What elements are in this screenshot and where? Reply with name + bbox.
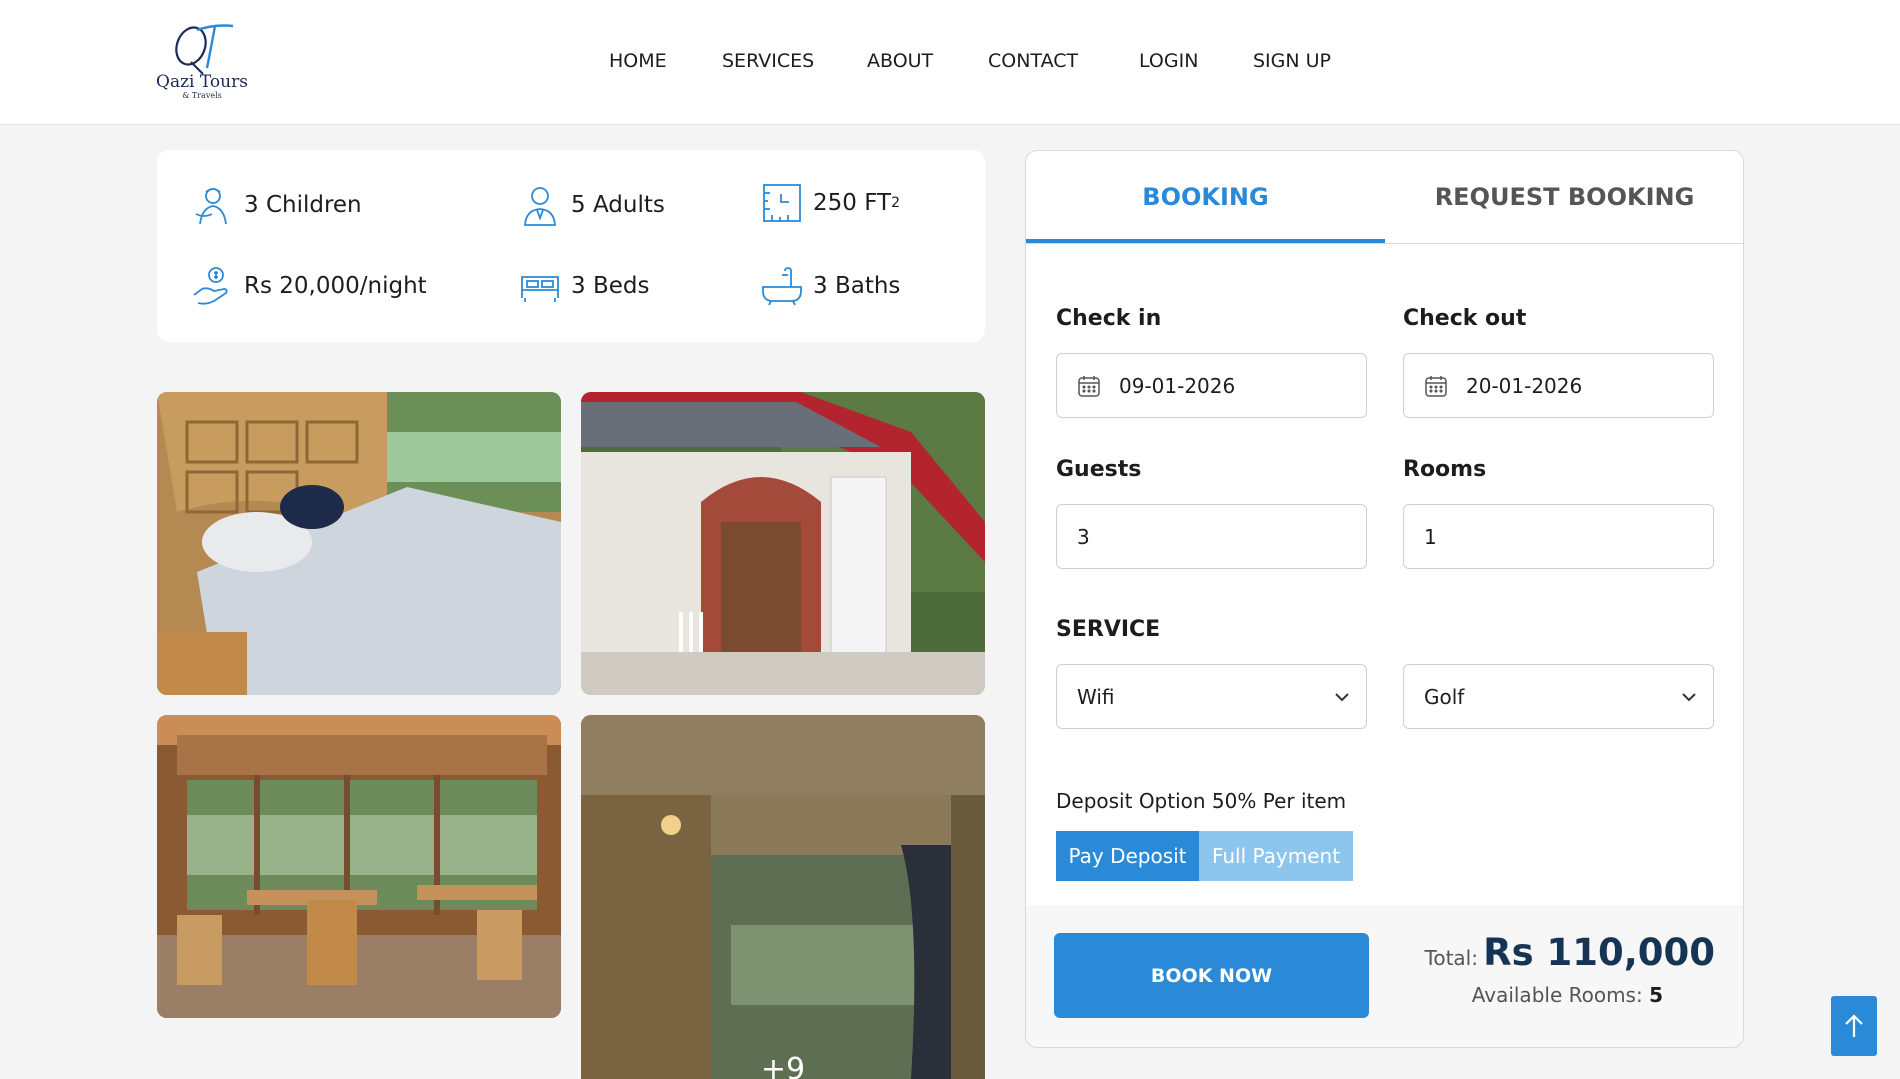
gallery-photo-cottage[interactable] xyxy=(581,392,985,695)
nav-contact[interactable]: CONTACT xyxy=(988,50,1078,72)
service-2-value: Golf xyxy=(1424,684,1465,709)
total-value: Rs 110,000 xyxy=(1483,931,1715,974)
site-header: Qazi Tours & Travels HOME SERVICES ABOUT… xyxy=(0,0,1900,125)
amenity-baths: 3 Baths xyxy=(761,265,900,307)
checkout-value: 20-01-2026 xyxy=(1466,373,1583,398)
gallery-photo-dining[interactable] xyxy=(157,715,561,1018)
amenities-panel: 3 Children 5 Adults 250 FT 2 Rs 20,000/ni… xyxy=(157,150,985,342)
deposit-option-text: Deposit Option 50% Per item xyxy=(1056,789,1347,813)
nav-home[interactable]: HOME xyxy=(609,50,667,72)
available-rooms-label: Available Rooms: xyxy=(1471,983,1643,1007)
nav-login[interactable]: LOGIN xyxy=(1139,50,1198,72)
guests-input[interactable]: 3 xyxy=(1056,504,1367,569)
scroll-top-button[interactable] xyxy=(1831,996,1877,1056)
gallery-photo-more[interactable]: +9 xyxy=(581,715,985,1079)
tab-request-booking[interactable]: REQUEST BOOKING xyxy=(1385,151,1743,244)
brand-subtitle: & Travels xyxy=(182,91,222,100)
gallery-photo-bedroom[interactable] xyxy=(157,392,561,695)
amenity-adults: 5 Adults xyxy=(519,184,665,226)
gallery-more-count: +9 xyxy=(760,1052,806,1079)
bath-icon xyxy=(762,267,802,306)
guests-label: Guests xyxy=(1056,457,1142,482)
total-label: Total: xyxy=(1424,946,1478,970)
area-icon xyxy=(763,184,801,222)
checkout-field[interactable]: 20-01-2026 xyxy=(1403,353,1714,418)
bed-icon xyxy=(521,276,559,302)
area-superscript: 2 xyxy=(891,195,901,211)
full-payment-button[interactable]: Full Payment xyxy=(1199,831,1353,881)
book-now-button[interactable]: BOOK NOW xyxy=(1054,933,1369,1018)
tab-booking[interactable]: BOOKING xyxy=(1026,151,1385,244)
amenity-price: Rs 20,000/night xyxy=(192,265,427,307)
amenity-beds: 3 Beds xyxy=(519,265,649,307)
checkin-value: 09-01-2026 xyxy=(1119,373,1236,398)
pay-deposit-button[interactable]: Pay Deposit xyxy=(1056,831,1199,881)
children-icon xyxy=(195,188,227,225)
brand-name: Qazi Tours xyxy=(156,72,248,92)
service-1-value: Wifi xyxy=(1077,684,1115,709)
children-label: 3 Children xyxy=(244,192,362,218)
total-price: Total: Rs 110,000 xyxy=(1425,931,1715,974)
available-rooms: Available Rooms: 5 xyxy=(1472,983,1663,1007)
rooms-input[interactable]: 1 xyxy=(1403,504,1714,569)
service-select-1[interactable]: Wifi xyxy=(1056,664,1367,729)
chevron-down-icon xyxy=(1335,693,1349,702)
amenity-area: 250 FT 2 xyxy=(761,182,900,224)
calendar-icon xyxy=(1078,375,1100,397)
price-icon xyxy=(193,267,228,305)
adults-icon xyxy=(524,187,556,226)
area-label: 250 FT xyxy=(813,190,892,216)
bedroom-photo xyxy=(157,392,561,695)
adults-label: 5 Adults xyxy=(571,192,665,218)
booking-card: BOOKING REQUEST BOOKING Check in Check o… xyxy=(1025,150,1744,1048)
interior-photo xyxy=(581,715,985,1079)
tab-divider xyxy=(1026,243,1743,244)
arrow-up-icon xyxy=(1845,1014,1863,1037)
checkin-label: Check in xyxy=(1056,306,1162,331)
checkin-field[interactable]: 09-01-2026 xyxy=(1056,353,1367,418)
nav-signup[interactable]: SIGN UP xyxy=(1253,50,1331,72)
amenity-children: 3 Children xyxy=(192,184,362,226)
available-rooms-value: 5 xyxy=(1649,983,1663,1007)
rooms-label: Rooms xyxy=(1403,457,1487,482)
logo-monogram-icon xyxy=(175,24,234,75)
service-select-2[interactable]: Golf xyxy=(1403,664,1714,729)
nav-services[interactable]: SERVICES xyxy=(722,50,814,72)
service-label: SERVICE xyxy=(1056,617,1161,642)
beds-label: 3 Beds xyxy=(571,273,650,299)
baths-label: 3 Baths xyxy=(813,273,901,299)
checkout-label: Check out xyxy=(1403,306,1527,331)
chevron-down-icon xyxy=(1682,693,1696,702)
brand-logo[interactable]: Qazi Tours & Travels xyxy=(156,18,248,110)
nav-about[interactable]: ABOUT xyxy=(867,50,933,72)
price-label: Rs 20,000/night xyxy=(244,273,427,299)
calendar-icon xyxy=(1425,375,1447,397)
dining-photo xyxy=(157,715,561,1018)
cottage-photo xyxy=(581,392,985,695)
